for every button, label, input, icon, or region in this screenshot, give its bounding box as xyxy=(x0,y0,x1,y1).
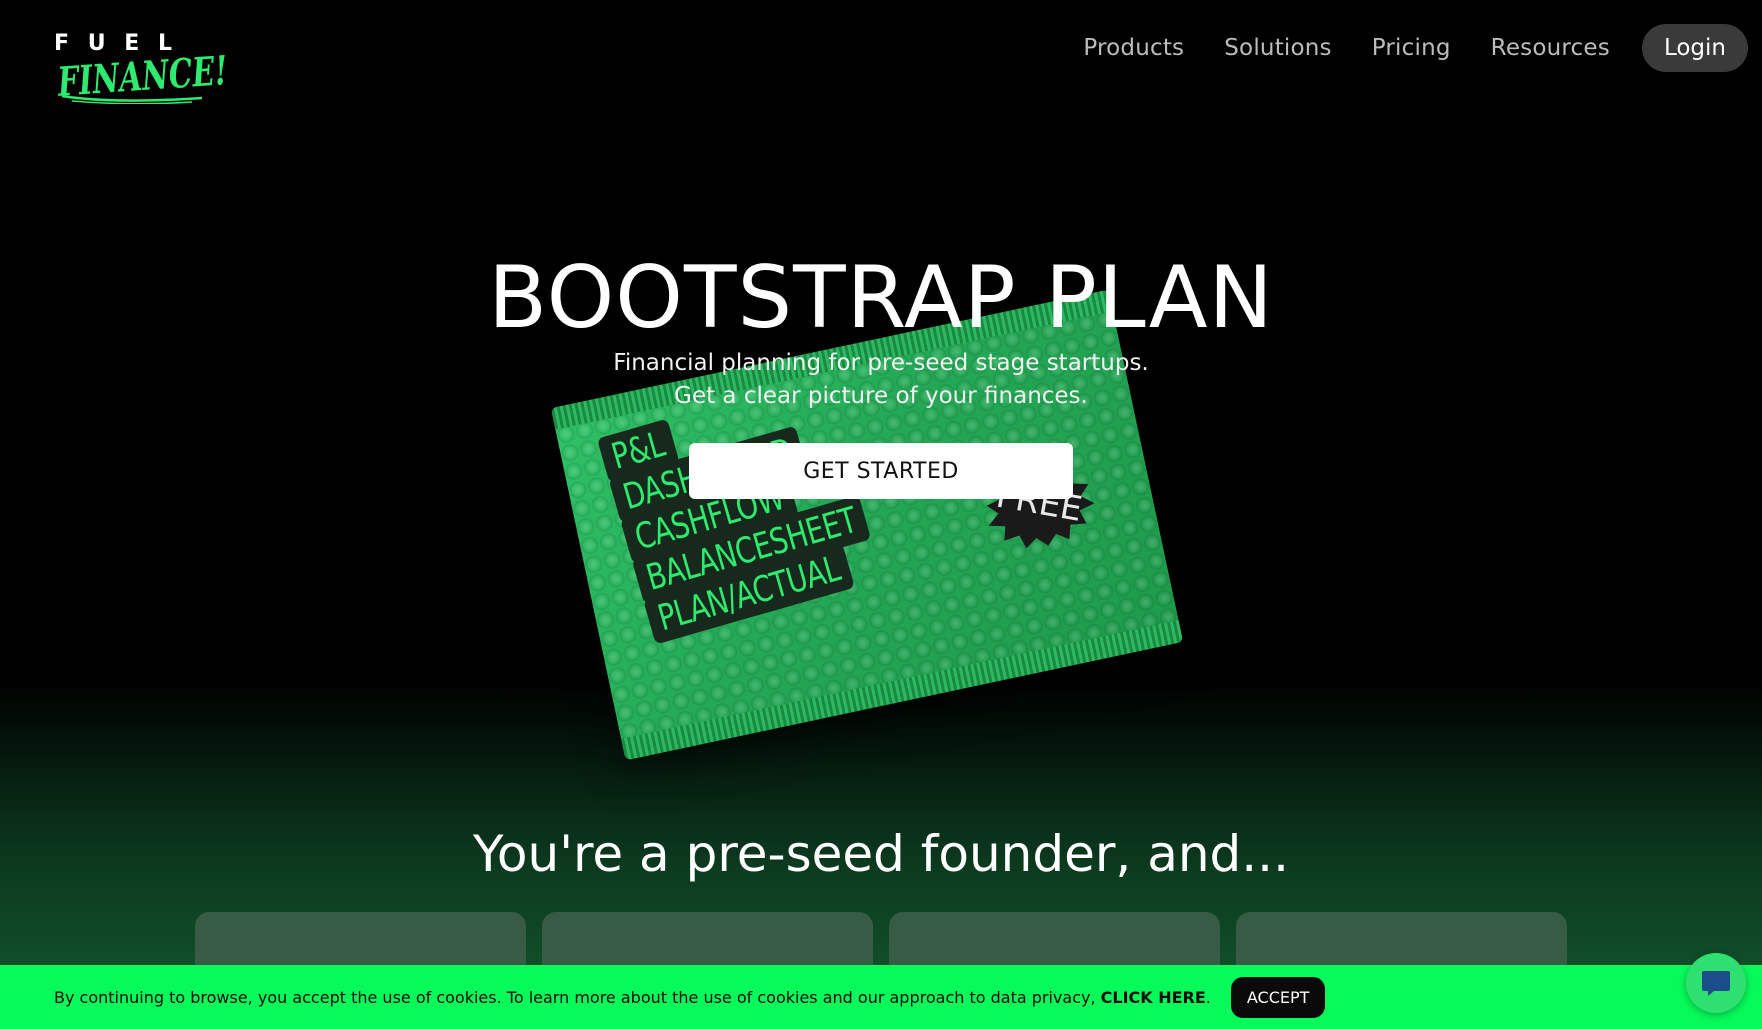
cookie-privacy-link[interactable]: CLICK HERE xyxy=(1101,988,1206,1007)
svg-text:FINANCE!: FINANCE! xyxy=(55,47,229,104)
nav-pricing[interactable]: Pricing xyxy=(1372,35,1451,61)
section-title: You're a pre-seed founder, and... xyxy=(473,825,1289,883)
fuel-finance-logo[interactable]: FUEL FINANCE! xyxy=(52,31,238,106)
get-started-button[interactable]: GET STARTED xyxy=(689,443,1073,499)
chat-bubble-icon xyxy=(1702,971,1730,996)
hero-title: BOOTSTRAP PLAN xyxy=(488,248,1274,348)
hero-subtitle-line2: Get a clear picture of your finances. xyxy=(674,383,1088,409)
cookie-period: . xyxy=(1205,987,1211,1007)
nav-solutions[interactable]: Solutions xyxy=(1224,35,1331,61)
chat-widget-button[interactable] xyxy=(1686,953,1746,1013)
cookie-message: By continuing to browse, you accept the … xyxy=(54,988,1211,1007)
nav-resources[interactable]: Resources xyxy=(1491,35,1610,61)
logo-graphic: FUEL FINANCE! xyxy=(54,31,229,106)
cookie-banner: By continuing to browse, you accept the … xyxy=(0,965,1762,1029)
main-nav: Products Solutions Pricing Resources Log… xyxy=(1083,24,1754,72)
login-button[interactable]: Login xyxy=(1641,24,1748,72)
accept-cookies-button[interactable]: ACCEPT xyxy=(1230,976,1326,1018)
nav-products[interactable]: Products xyxy=(1083,35,1184,61)
page: FUEL FINANCE! Products Solutions Pricing… xyxy=(0,0,1762,1029)
cookie-text: By continuing to browse, you accept the … xyxy=(54,987,1101,1007)
hero-subtitle-line1: Financial planning for pre-seed stage st… xyxy=(613,350,1149,376)
